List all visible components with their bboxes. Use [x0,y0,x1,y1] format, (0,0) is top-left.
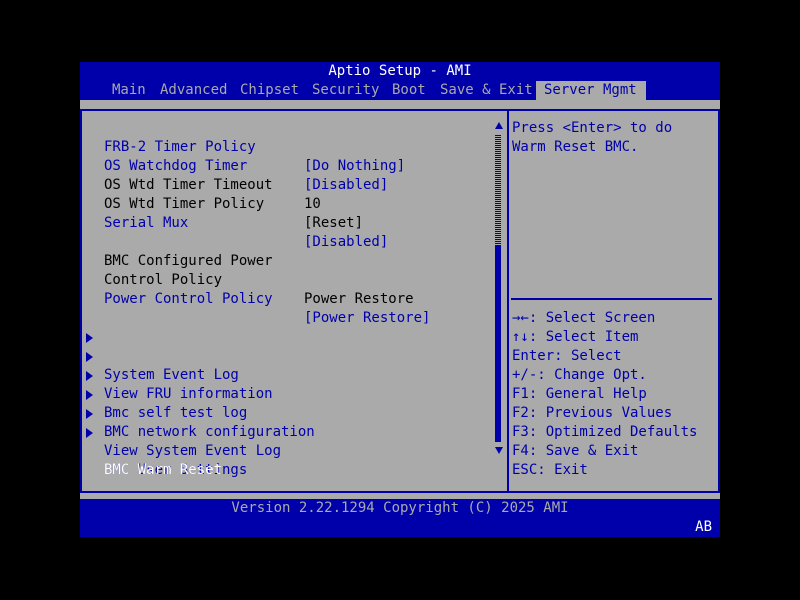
tab-save-exit[interactable]: Save & Exit [432,81,541,100]
help-description-line: Warm Reset BMC. [512,139,639,155]
setting-control-policy: Control Policy Power Restore [80,252,490,307]
tab-security[interactable]: Security [304,81,387,100]
menu-item-bmc-warm-reset[interactable]: BMC Warm Reset [80,442,490,478]
tab-advanced[interactable]: Advanced [152,81,235,100]
submenu-view-system-event-log[interactable]: View System Event Log [80,404,490,459]
bios-setup-screen: Aptio Setup - AMI Main Advanced Chipset … [80,62,720,537]
submenu-arrow-icon [86,333,93,343]
help-key-change-opt: +/-: Change Opt. [512,367,647,383]
submenu-bmc-self-test-log[interactable]: Bmc self test log [80,366,490,421]
tab-boot[interactable]: Boot [384,81,434,100]
tab-bar: Main Advanced Chipset Security Boot Save… [80,81,720,100]
submenu-arrow-icon [86,371,93,381]
scroll-down-arrow-icon[interactable] [495,447,503,454]
setting-serial-mux[interactable]: Serial Mux [Disabled] [80,195,490,250]
setting-bmc-configured-power: BMC Configured Power [80,233,490,269]
app-title: Aptio Setup - AMI [328,63,472,79]
scrollbar-thumb[interactable] [495,246,501,442]
help-description-line: Press <Enter> to do [512,120,673,136]
help-key-select-item: ↑↓: Select Item [512,329,639,345]
submenu-bmc-user-settings[interactable]: BMC User Settings [80,423,490,478]
setting-label: Power Control Policy [104,291,273,307]
tab-main[interactable]: Main [104,81,154,100]
menu-item-label: BMC Warm Reset [104,462,223,478]
post-code: AB [695,519,712,535]
tab-server-mgmt[interactable]: Server Mgmt [536,81,646,100]
panel-divider [507,109,509,493]
help-separator [511,298,712,300]
tab-chipset[interactable]: Chipset [232,81,307,100]
footer-bar: Version 2.22.1294 Copyright (C) 2025 AMI… [80,499,720,537]
submenu-arrow-icon [86,390,93,400]
help-key-select-screen: →←: Select Screen [512,310,656,326]
submenu-arrow-icon [86,352,93,362]
setting-os-wtd-timer-policy: OS Wtd Timer Policy [Reset] [80,176,490,231]
submenu-arrow-icon [86,428,93,438]
help-key-f2: F2: Previous Values [512,405,673,421]
help-key-f1: F1: General Help [512,386,647,402]
scroll-up-arrow-icon[interactable] [495,122,503,129]
help-key-f4: F4: Save & Exit [512,443,639,459]
setting-frb2-timer-policy[interactable]: FRB-2 Timer Policy [Do Nothing] [80,119,490,174]
submenu-bmc-network-configuration[interactable]: BMC network configuration [80,385,490,440]
help-key-enter: Enter: Select [512,348,622,364]
menu-scrollbar[interactable] [494,122,504,457]
setting-label: Serial Mux [104,215,189,231]
setting-os-wtd-timer-timeout: OS Wtd Timer Timeout 10 [80,157,490,212]
submenu-view-fru-information[interactable]: View FRU information [80,347,490,402]
header-bar: Aptio Setup - AMI Main Advanced Chipset … [80,62,720,100]
help-key-f3: F3: Optimized Defaults [512,424,698,440]
setting-value: [Reset] [304,215,364,231]
setting-os-watchdog-timer[interactable]: OS Watchdog Timer [Disabled] [80,138,490,193]
submenu-system-event-log[interactable]: System Event Log [80,328,490,383]
setting-value: Power Restore [304,291,414,307]
setting-value: [Power Restore] [304,310,431,326]
submenu-arrow-icon [86,409,93,419]
version-text: Version 2.22.1294 Copyright (C) 2025 AMI [231,500,569,516]
help-key-esc: ESC: Exit [512,462,588,478]
setting-power-control-policy[interactable]: Power Control Policy [Power Restore] [80,271,490,326]
